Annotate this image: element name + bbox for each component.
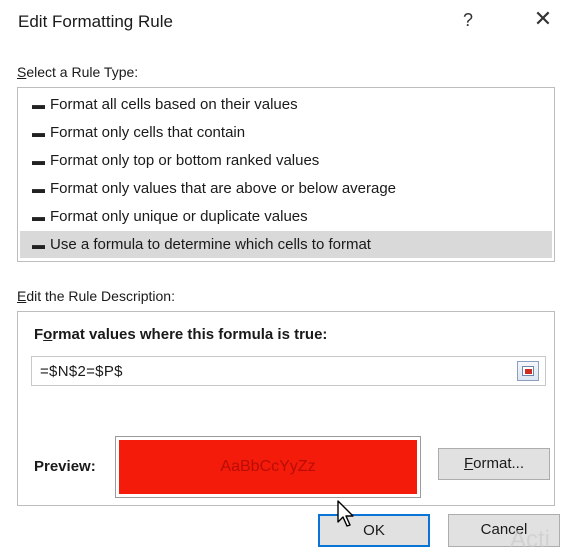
mouse-cursor-icon: [337, 500, 354, 527]
rule-type-item[interactable]: ▬ Format only unique or duplicate values: [20, 203, 552, 230]
preview-sample: AaBbCcYyZz: [119, 440, 417, 494]
preview-frame: AaBbCcYyZz: [115, 436, 421, 498]
rule-type-item-label: Format all cells based on their values: [50, 96, 298, 113]
ok-button[interactable]: OK: [318, 514, 430, 547]
range-selector-icon[interactable]: [517, 361, 539, 381]
rule-type-item-label: Format only unique or duplicate values: [50, 208, 308, 225]
edit-rule-description-label-mnemonic: E: [17, 288, 27, 304]
edit-rule-description-label: Edit the Rule Description:: [17, 288, 175, 304]
format-button[interactable]: Format...: [438, 448, 550, 480]
arrow-icon: ▬: [32, 125, 45, 140]
arrow-icon: ▬: [32, 181, 45, 196]
select-rule-type-label-rest: elect a Rule Type:: [26, 64, 139, 80]
formula-input[interactable]: =$N$2=$P$: [31, 356, 546, 386]
close-button[interactable]: ✕: [531, 5, 555, 33]
rule-type-item-label: Format only values that are above or bel…: [50, 180, 397, 197]
dialog-title: Edit Formatting Rule: [18, 12, 173, 31]
formula-text: =$N$2=$P$: [40, 363, 123, 380]
activation-watermark: Acti: [510, 526, 551, 553]
formula-heading-mnemonic: o: [43, 326, 53, 343]
rule-type-item[interactable]: ▬ Format only values that are above or be…: [20, 175, 552, 202]
format-button-mnemonic: F: [463, 455, 474, 472]
title-bar: Edit Formatting Rule ? ✕: [0, 0, 563, 44]
arrow-icon: ▬: [32, 97, 45, 112]
help-button[interactable]: ?: [463, 10, 473, 31]
arrow-icon: ▬: [32, 209, 45, 224]
rule-description-panel: Format values where this formula is true…: [17, 311, 555, 506]
rule-type-item-label: Format only cells that contain: [50, 124, 246, 141]
rule-type-item-selected[interactable]: ▬ Use a formula to determine which cells …: [20, 231, 552, 258]
preview-label: Preview:: [34, 458, 96, 475]
rule-type-list[interactable]: ▬ Format all cells based on their values …: [17, 87, 555, 262]
arrow-icon: ▬: [32, 153, 45, 168]
rule-type-item[interactable]: ▬ Format only cells that contain: [20, 119, 552, 146]
select-rule-type-label-mnemonic: S: [17, 64, 27, 80]
edit-formatting-rule-dialog: Edit Formatting Rule ? ✕ Select a Rule T…: [0, 0, 563, 560]
formula-heading-pre: F: [34, 326, 44, 343]
format-button-rest: ormat...: [473, 455, 525, 472]
select-rule-type-label: Select a Rule Type:: [17, 64, 138, 80]
arrow-icon: ▬: [32, 237, 45, 252]
rule-type-item[interactable]: ▬ Format all cells based on their values: [20, 91, 552, 118]
rule-type-item-label: Use a formula to determine which cells t…: [50, 236, 371, 253]
rule-type-item-label: Format only top or bottom ranked values: [50, 152, 320, 169]
formula-heading: Format values where this formula is true…: [34, 326, 327, 343]
rule-type-item[interactable]: ▬ Format only top or bottom ranked values: [20, 147, 552, 174]
edit-rule-description-label-rest: dit the Rule Description:: [26, 288, 175, 304]
formula-heading-rest: rmat values where this formula is true:: [52, 326, 328, 343]
